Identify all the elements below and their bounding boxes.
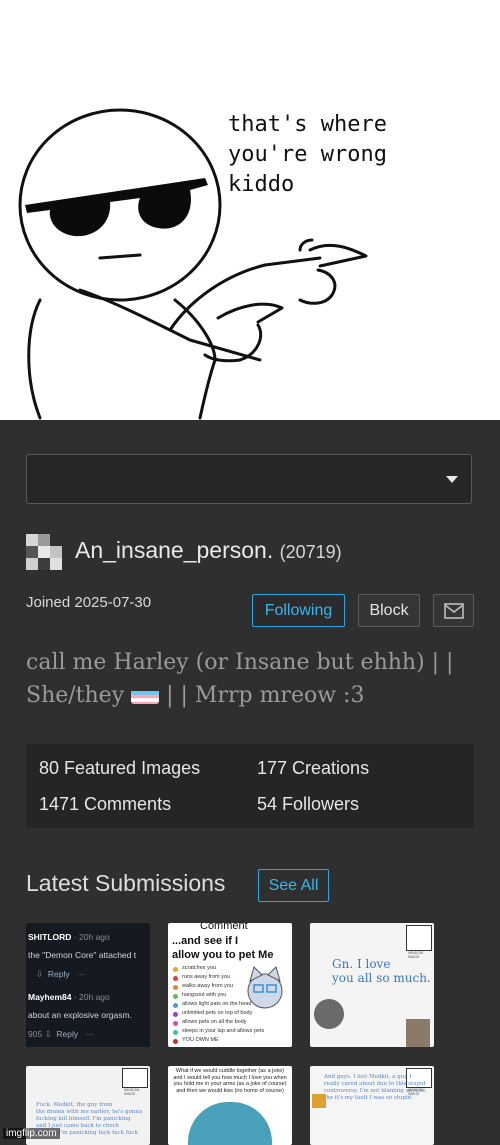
tier-item: allows pets on all the body xyxy=(182,1019,247,1025)
tier-item: walks away from you xyxy=(182,983,234,989)
downvote-icon: ⇩ xyxy=(36,969,44,979)
username-text: An_insane_person. xyxy=(75,537,274,563)
tier-item: hangsout with you xyxy=(182,992,227,998)
comment-text: about an explosive orgasm. xyxy=(28,1010,132,1020)
see-all-button[interactable]: See All xyxy=(258,869,329,902)
comment-text: the "Demon Core" attached t xyxy=(28,950,137,960)
user-points: (20719) xyxy=(279,542,342,562)
user-bio: call me Harley (or Insane but ehhh) | | … xyxy=(26,646,486,712)
tier-item: allows light pats on the head xyxy=(182,1001,252,1007)
creations-link[interactable]: 177 Creations xyxy=(257,758,369,779)
mail-icon xyxy=(443,603,464,619)
tier-item: runs away from you xyxy=(182,974,230,980)
comment-user: SHITLORD xyxy=(28,932,72,942)
stream-dropdown[interactable] xyxy=(26,454,472,504)
meme-drawing xyxy=(18,108,368,420)
downvote-icon: ⇩ xyxy=(44,1029,52,1039)
submission-thumb-3[interactable]: WINDOW IMAGE Gn. I love you all so much. xyxy=(310,923,434,1047)
comment-user: Mayhem84 xyxy=(28,992,72,1002)
comment-time: · 20h ago xyxy=(73,992,110,1002)
reply-link: Reply xyxy=(47,969,70,979)
more-icon: ··· xyxy=(85,1029,94,1039)
more-icon: ··· xyxy=(76,969,86,979)
thumb-text: And guys. I lost Medkit, a guy I really … xyxy=(324,1074,426,1101)
comment-time: · 20h ago xyxy=(73,932,110,942)
vote-count: 905 xyxy=(28,1029,43,1039)
tier-item: scratches you xyxy=(182,965,216,971)
username: An_insane_person. (20719) xyxy=(75,537,342,564)
submission-thumb-2[interactable]: Comment ...and see if I allow you to pet… xyxy=(168,923,292,1047)
submission-thumb-1[interactable]: SHITLORD · 20h ago the "Demon Core" atta… xyxy=(26,923,150,1047)
chevron-down-icon xyxy=(446,476,458,483)
tier-item: YOU OWN ME xyxy=(182,1037,219,1043)
followers-link[interactable]: 54 Followers xyxy=(257,794,359,815)
avatar xyxy=(26,534,62,570)
following-button[interactable]: Following xyxy=(252,594,345,627)
featured-images-link[interactable]: 80 Featured Images xyxy=(39,758,200,779)
thumb-heading-1: ...and see if I xyxy=(172,935,239,947)
submission-thumb-6[interactable]: WINDOW IMAGE And guys. I lost Medkit, a … xyxy=(310,1066,434,1145)
block-button[interactable]: Block xyxy=(358,594,420,627)
latest-submissions-title: Latest Submissions xyxy=(26,870,226,896)
imgflip-watermark: imgflip.com xyxy=(3,1128,60,1139)
tier-item: sleeps in your lap and allows pets xyxy=(182,1028,265,1034)
comments-link[interactable]: 1471 Comments xyxy=(39,794,171,815)
cat-drawing xyxy=(247,966,283,1009)
bio-text-2: | | Mrrp mreow :3 xyxy=(159,683,365,708)
profile-panel: An_insane_person. (20719) Joined 2025-07… xyxy=(0,420,500,1145)
meme-caption: that's where you're wrong kiddo xyxy=(228,112,387,197)
stats-panel: 80 Featured Images 177 Creations 1471 Co… xyxy=(26,744,474,828)
thumb-text: Gn. I love you all so much. xyxy=(332,957,431,985)
reply-link: Reply xyxy=(56,1029,79,1039)
joined-date: Joined 2025-07-30 xyxy=(26,594,152,611)
message-button[interactable] xyxy=(433,594,474,627)
trans-flag-icon xyxy=(131,686,160,704)
submission-thumb-5[interactable]: What if we would cuddle together (as a j… xyxy=(168,1066,292,1145)
thumb-heading-2: allow you to pet Me xyxy=(172,949,274,961)
meme-image: that's where you're wrong kiddo xyxy=(0,0,500,420)
thumb-comment-label: Comment xyxy=(200,923,248,932)
window-image-label: WINDOW IMAGE xyxy=(124,1088,140,1096)
thumb-text: What if we would cuddle together (as a j… xyxy=(173,1068,287,1094)
